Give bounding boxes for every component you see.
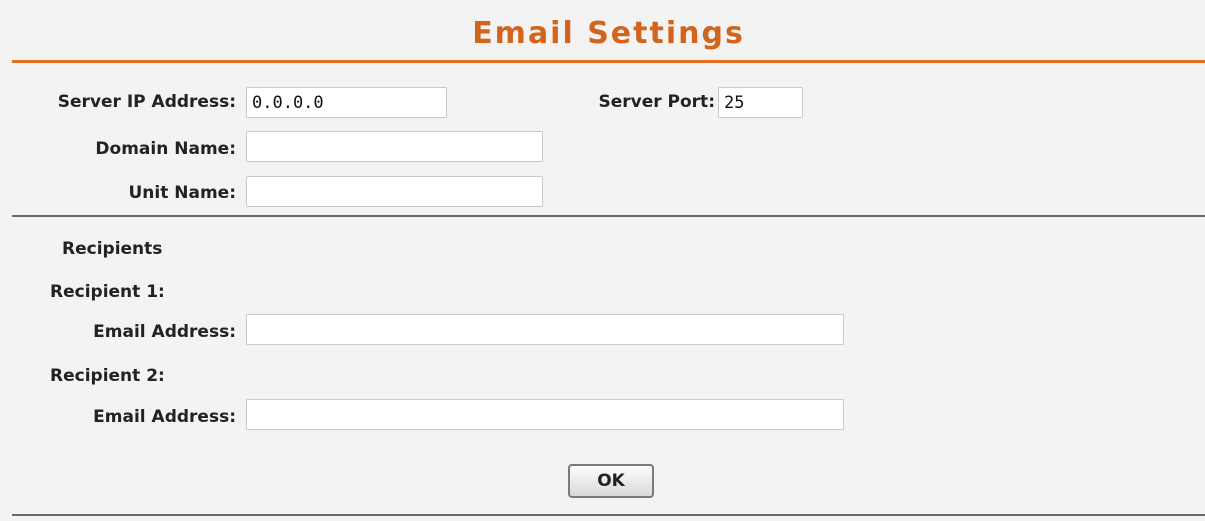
unit-name-label: Unit Name:: [128, 183, 236, 203]
ok-button[interactable]: OK: [568, 464, 654, 498]
server-ip-input[interactable]: [246, 87, 447, 118]
bottom-divider: [12, 514, 1205, 516]
server-port-input[interactable]: [718, 87, 803, 118]
recipients-heading: Recipients: [62, 239, 163, 259]
domain-name-label: Domain Name:: [95, 139, 236, 159]
unit-name-input[interactable]: [246, 176, 543, 207]
recipient-1-email-label: Email Address:: [93, 322, 236, 342]
server-port-label: Server Port:: [598, 92, 715, 112]
recipient-2-label: Recipient 2:: [50, 366, 165, 386]
recipient-2-email-label: Email Address:: [93, 407, 236, 427]
recipient-2-email-input[interactable]: [246, 399, 844, 430]
page-title: Email Settings: [472, 16, 745, 51]
email-settings-page: Email Settings Server IP Address: Server…: [0, 0, 1205, 521]
section-divider: [12, 215, 1205, 217]
recipient-1-email-input[interactable]: [246, 314, 844, 345]
domain-name-input[interactable]: [246, 131, 543, 162]
server-ip-label: Server IP Address:: [57, 92, 236, 112]
title-divider: [12, 60, 1205, 63]
recipient-1-label: Recipient 1:: [50, 282, 165, 302]
